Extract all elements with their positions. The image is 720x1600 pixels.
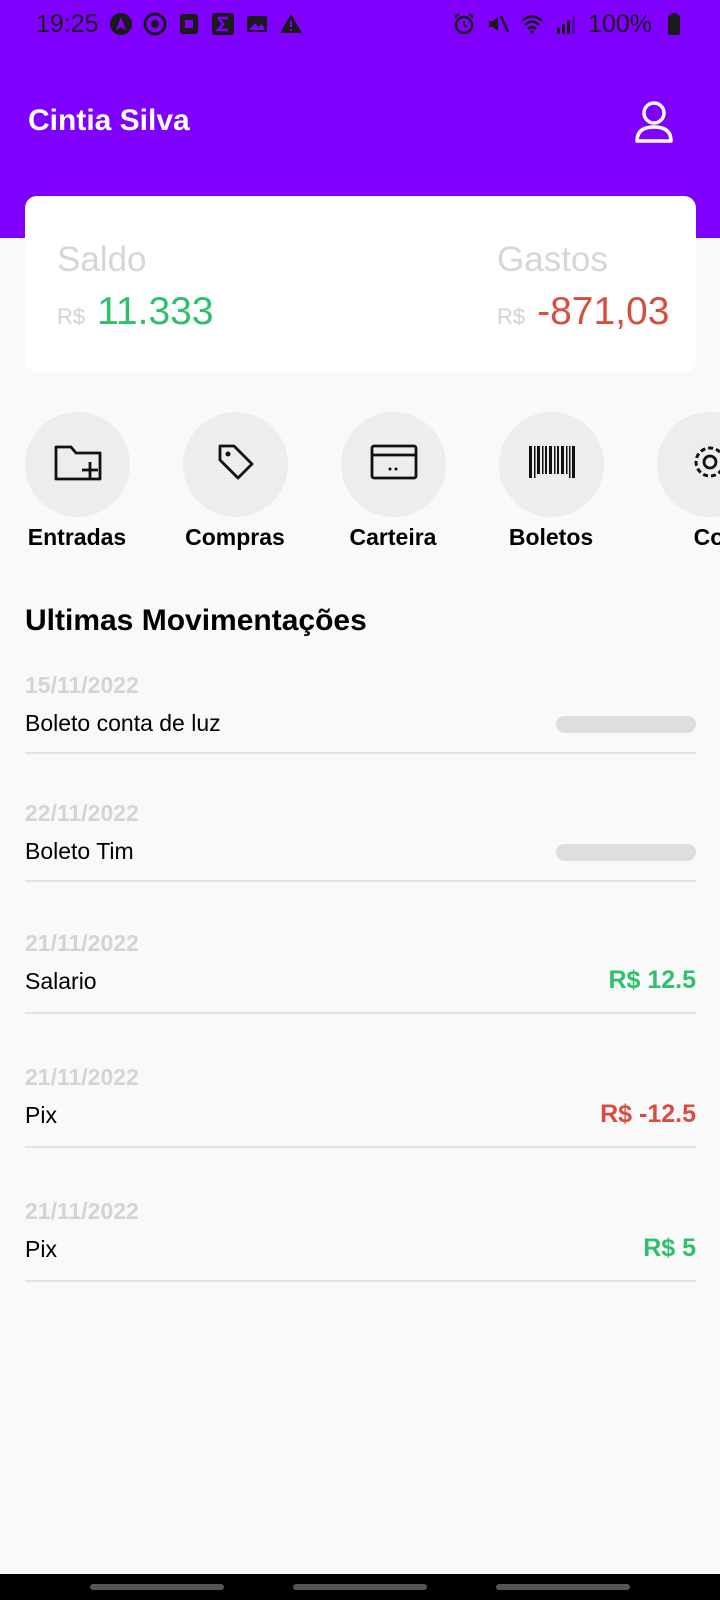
amount-loading-bar bbox=[556, 716, 696, 733]
movement-amount: R$ -12.5 bbox=[600, 1100, 696, 1128]
battery-percent: 100% bbox=[588, 9, 652, 38]
gastos-value: -871,03 bbox=[537, 290, 670, 333]
warning-icon bbox=[279, 12, 303, 36]
list-item[interactable]: 21/11/2022 Salario R$ 12.5 bbox=[25, 924, 696, 1024]
movements-title: Ultimas Movimentações bbox=[25, 604, 367, 637]
divider bbox=[25, 880, 696, 882]
action-compras[interactable]: Compras bbox=[183, 412, 333, 550]
balance-card: Saldo R$ 11.333 Gastos R$ -871,03 bbox=[25, 196, 696, 372]
signal-icon bbox=[554, 12, 578, 36]
movement-date: 22/11/2022 bbox=[25, 800, 139, 826]
movement-description: Salario bbox=[25, 968, 97, 994]
action-carteira[interactable]: Carteira bbox=[341, 412, 491, 550]
mute-icon bbox=[486, 12, 510, 36]
movement-date: 21/11/2022 bbox=[25, 930, 139, 956]
list-item[interactable]: 22/11/2022 Boleto Tim bbox=[25, 794, 696, 894]
saldo-value: 11.333 bbox=[97, 290, 214, 333]
nav-back-handle[interactable] bbox=[496, 1584, 630, 1590]
movement-amount: R$ 5 bbox=[643, 1234, 696, 1262]
status-left: 19:25 bbox=[36, 10, 303, 39]
action-circle[interactable] bbox=[25, 412, 130, 517]
alarm-icon bbox=[452, 12, 476, 36]
status-time: 19:25 bbox=[36, 9, 99, 38]
status-bar: 19:25 100% bbox=[0, 0, 720, 48]
action-circle[interactable] bbox=[183, 412, 288, 517]
list-item[interactable]: 21/11/2022 Pix R$ -12.5 bbox=[25, 1058, 696, 1158]
gastos-currency: R$ bbox=[497, 304, 526, 329]
gallery-icon bbox=[245, 12, 269, 36]
action-circle[interactable] bbox=[341, 412, 446, 517]
tag-icon bbox=[216, 442, 256, 487]
action-label: Compras bbox=[185, 524, 285, 550]
nav-recents-handle[interactable] bbox=[90, 1584, 224, 1590]
system-nav-bar bbox=[0, 1574, 720, 1600]
divider bbox=[25, 1146, 696, 1148]
card-icon bbox=[370, 444, 418, 485]
gear-icon bbox=[688, 440, 720, 489]
profile-button[interactable] bbox=[626, 100, 682, 148]
user-name: Cintia Silva bbox=[28, 104, 190, 137]
app-icon bbox=[177, 12, 201, 36]
gastos-label: Gastos bbox=[497, 240, 608, 279]
movement-date: 15/11/2022 bbox=[25, 672, 139, 698]
action-config[interactable]: Co bbox=[657, 412, 720, 550]
amount-loading-bar bbox=[556, 844, 696, 861]
action-label: Carteira bbox=[349, 524, 437, 550]
chrome-icon bbox=[143, 12, 167, 36]
list-item[interactable]: 15/11/2022 Boleto conta de luz bbox=[25, 666, 696, 766]
action-entradas[interactable]: Entradas bbox=[25, 412, 175, 550]
navigation-icon bbox=[109, 12, 133, 36]
saldo-currency: R$ bbox=[57, 304, 86, 329]
divider bbox=[25, 1012, 696, 1014]
sigma-icon bbox=[211, 12, 235, 36]
status-right: 100% bbox=[452, 10, 686, 39]
movement-description: Pix bbox=[25, 1236, 57, 1262]
movement-date: 21/11/2022 bbox=[25, 1198, 139, 1224]
movement-amount: R$ 12.5 bbox=[608, 966, 696, 994]
movement-description: Boleto conta de luz bbox=[25, 710, 221, 736]
action-label: Boletos bbox=[508, 524, 594, 550]
saldo-block: Saldo R$ 11.333 bbox=[57, 240, 214, 334]
divider bbox=[25, 752, 696, 754]
movement-date: 21/11/2022 bbox=[25, 1064, 139, 1090]
action-boletos[interactable]: Boletos bbox=[499, 412, 649, 550]
quick-actions: Entradas Compras Carteira Boletos Co bbox=[25, 412, 720, 552]
action-label: Entradas bbox=[27, 524, 127, 550]
movement-description: Pix bbox=[25, 1102, 57, 1128]
barcode-icon bbox=[528, 444, 576, 485]
folder-add-icon bbox=[54, 441, 102, 488]
action-circle[interactable] bbox=[657, 412, 720, 517]
divider bbox=[25, 1280, 696, 1282]
user-icon bbox=[634, 100, 674, 149]
wifi-icon bbox=[520, 12, 544, 36]
battery-icon bbox=[662, 12, 686, 36]
gastos-block: Gastos R$ -871,03 bbox=[497, 240, 669, 334]
saldo-label: Saldo bbox=[57, 240, 147, 279]
list-item[interactable]: 21/11/2022 Pix R$ 5 bbox=[25, 1192, 696, 1292]
nav-home-handle[interactable] bbox=[293, 1584, 427, 1590]
action-circle[interactable] bbox=[499, 412, 604, 517]
action-label: Co bbox=[693, 524, 720, 550]
movement-description: Boleto Tim bbox=[25, 838, 134, 864]
